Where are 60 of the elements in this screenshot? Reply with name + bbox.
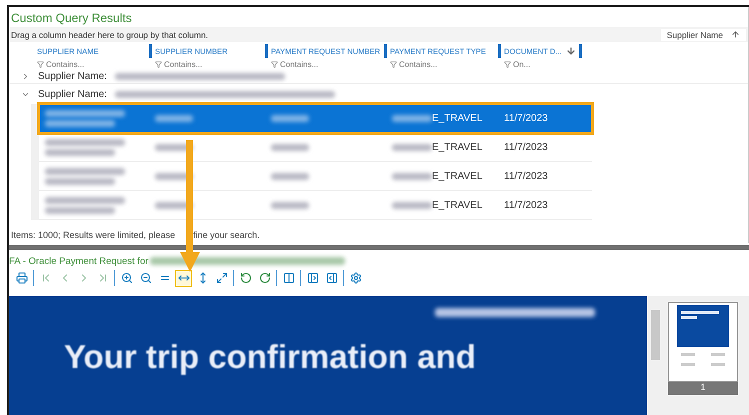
blurred-text [392, 114, 432, 122]
scrollbar-thumb[interactable] [651, 310, 660, 360]
blurred-text [271, 172, 309, 180]
page-right-icon [326, 272, 338, 284]
blurred-text [45, 148, 115, 156]
sort-up-icon [731, 30, 740, 39]
page-number: 1 [668, 382, 738, 395]
table-row[interactable]: E_TRAVEL 11/7/2023 [39, 133, 592, 162]
filter-icon [271, 60, 278, 68]
zoom-in-icon [120, 272, 132, 284]
group-label: Supplier Name: [38, 88, 107, 100]
two-page-icon [282, 272, 294, 284]
group-label: Supplier Name [666, 30, 723, 40]
status-text: Items: 1000; Results were limited, please [11, 230, 176, 240]
fit-width-button[interactable] [175, 270, 192, 286]
table-cell: E_TRAVEL [432, 170, 482, 182]
page-thumbnail[interactable] [668, 302, 738, 382]
sort-down-icon [566, 46, 576, 56]
blurred-text [45, 206, 115, 214]
blurred-text [155, 114, 193, 122]
table-cell-text: 11/7/2023 [504, 170, 549, 182]
blurred-text [392, 172, 432, 180]
blurred-text [45, 120, 115, 126]
status-text: fine your search. [193, 230, 260, 240]
group-hint: Drag a column header here to group by that column. [11, 30, 208, 40]
rotate-left-icon [240, 272, 252, 284]
table-cell-text: 11/7/2023 [504, 142, 549, 152]
zoom-out-icon [140, 272, 152, 284]
settings-icon [350, 272, 362, 284]
blurred-text [271, 202, 309, 208]
expand-icon[interactable] [21, 72, 30, 81]
filter-icon [390, 60, 397, 68]
full-icon [216, 272, 228, 284]
viewer-title: FA - Oracle Payment Request for [9, 256, 148, 266]
page-left-icon [306, 272, 318, 284]
blurred-text [271, 144, 309, 150]
filter-icon [37, 60, 44, 68]
blurred-text [392, 202, 432, 208]
table-cell: E_TRAVEL [432, 112, 482, 124]
table-cell: E_TRAVEL [432, 142, 482, 152]
blurred-text [271, 114, 309, 122]
table-cell-text: 11/7/2023 [504, 200, 549, 210]
filter-field[interactable]: Contains... [149, 60, 265, 68]
group-chip[interactable]: Supplier Name [660, 28, 746, 40]
blurred-text [392, 144, 432, 150]
table-cell: E_TRAVEL [432, 200, 482, 210]
rotate-right-icon [258, 272, 270, 284]
filter-icon [504, 60, 511, 68]
filter-icon [155, 60, 162, 68]
table-cell-text: 11/7/2023 [504, 112, 549, 124]
print-icon [16, 272, 28, 284]
group-label: Supplier Name: [38, 71, 107, 82]
filter-field[interactable]: Contains... [31, 60, 149, 68]
table-row[interactable]: E_TRAVEL 11/7/2023 [39, 104, 592, 133]
filter-field[interactable]: Contains... [265, 60, 384, 68]
filter-field[interactable]: On... [498, 60, 582, 68]
filter-field[interactable]: Contains... [384, 60, 498, 68]
blurred-text [45, 178, 115, 184]
panel-title: Custom Query Results [10, 10, 133, 27]
document-heading: Your trip confirmation and [64, 338, 477, 376]
